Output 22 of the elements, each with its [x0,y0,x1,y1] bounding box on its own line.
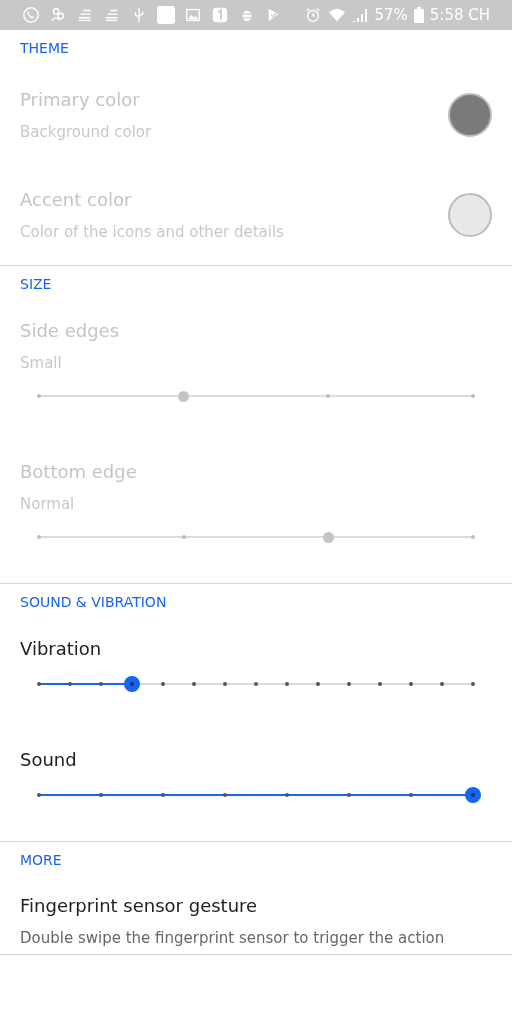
setting-description: Double swipe the fingerprint sensor to trigger the action [20,928,446,948]
signal-icon [352,7,369,23]
phone-bubble-icon [22,6,40,24]
people-icon [49,6,67,24]
battery-icon [413,7,424,23]
slider-thumb[interactable] [124,676,140,692]
slider-thumb[interactable] [465,787,481,803]
setting-title: Vibration [20,637,103,661]
setting-title: Sound [20,748,78,772]
badge-icon [211,6,229,24]
square-icon [157,6,175,24]
section-header: MORE [19,851,63,870]
section-header: SOUND & VIBRATION [19,593,168,612]
setting-title: Accent color [20,188,133,212]
wifi-icon [328,6,347,24]
image-icon [184,6,202,24]
setting-title: Fingerprint sensor gesture [20,894,259,918]
setting-title: Bottom edge [20,460,138,484]
setting-title: Side edges [20,319,121,343]
setting-title: Primary color [20,88,141,112]
section-header: THEME [19,39,70,58]
section-header: SIZE [19,275,53,294]
